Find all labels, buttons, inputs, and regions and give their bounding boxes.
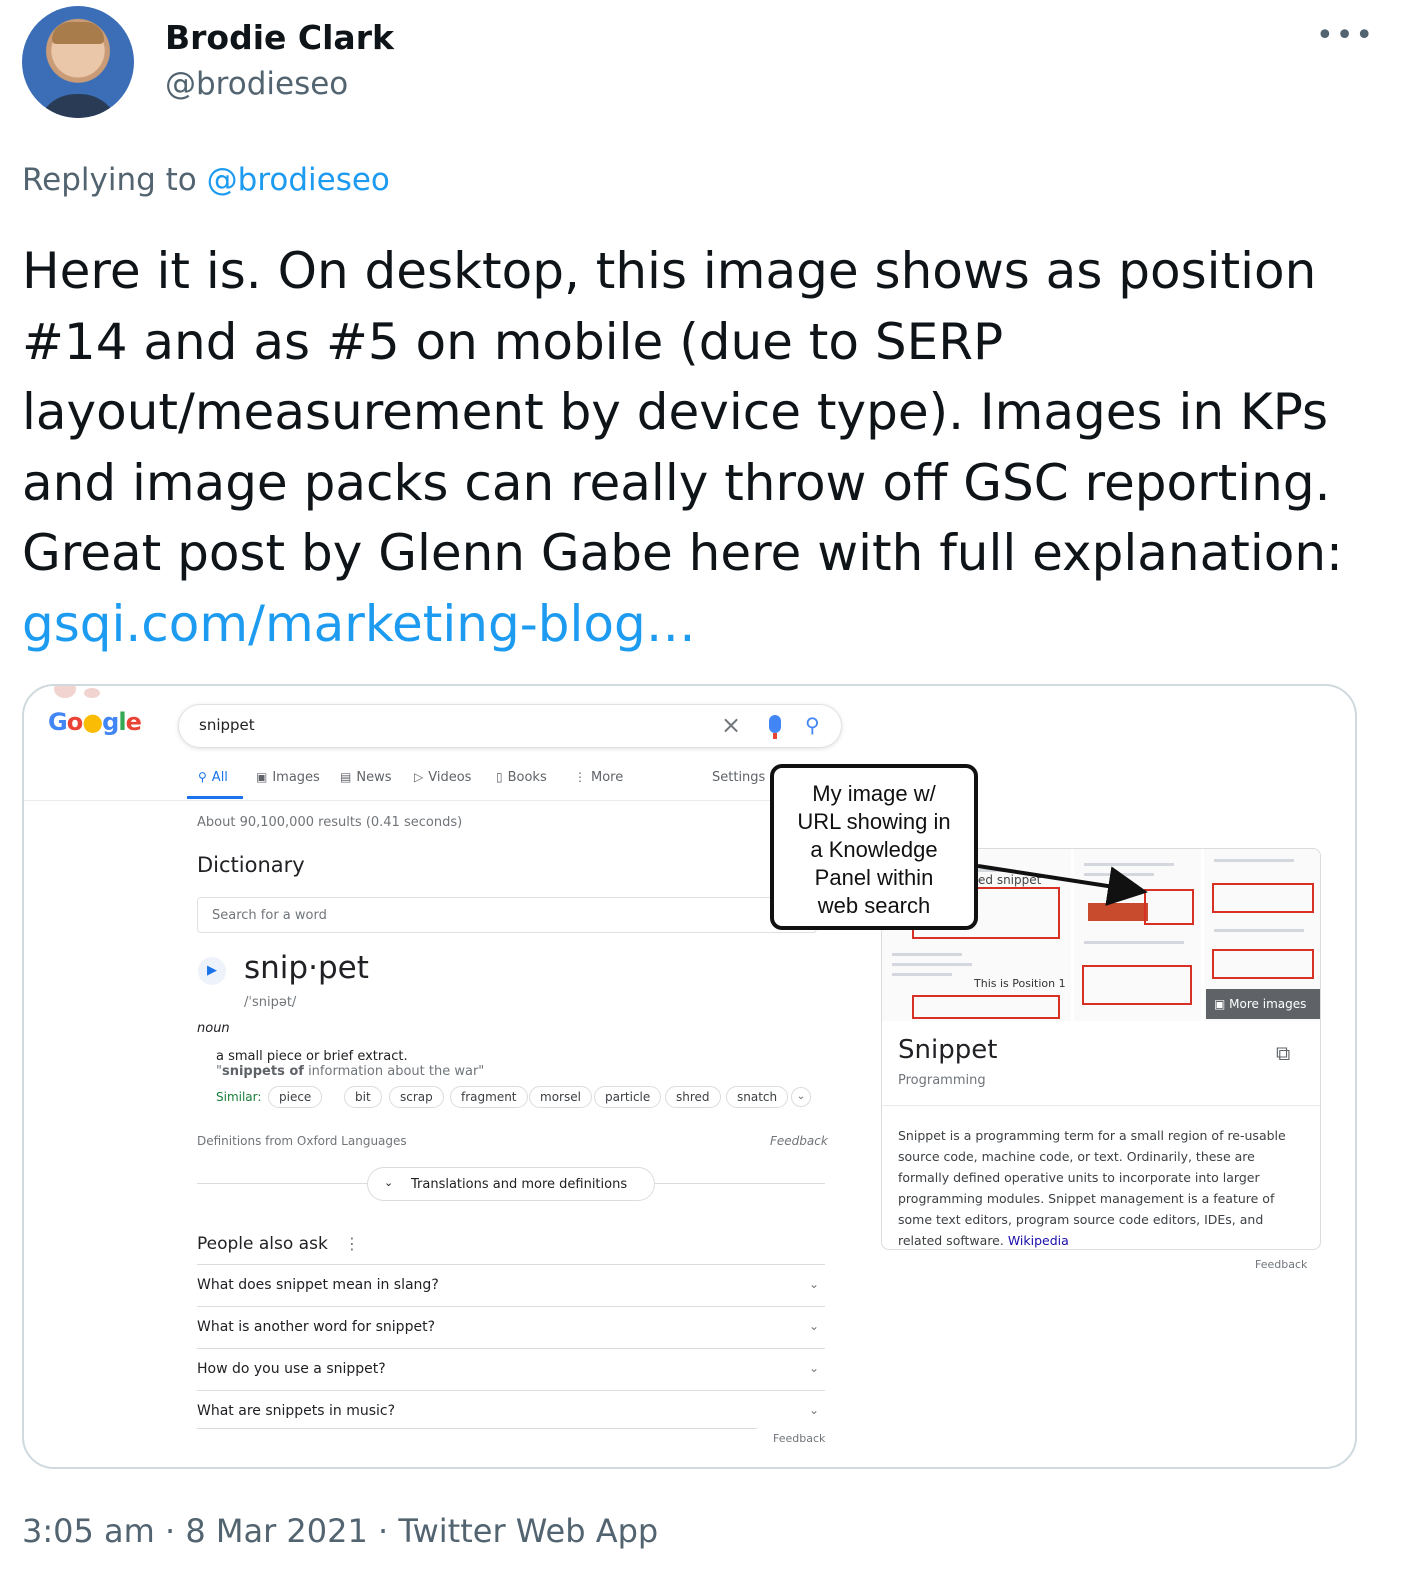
tweet-timestamp[interactable]: 3:05 am · 8 Mar 2021 · Twitter Web App bbox=[22, 1512, 658, 1550]
annotation-arrow bbox=[977, 864, 1148, 906]
tweet-text: Here it is. On desktop, this image shows… bbox=[22, 236, 1382, 659]
tweet-link[interactable]: gsqi.com/marketing-blog… bbox=[22, 595, 696, 653]
avatar-hair bbox=[52, 22, 104, 44]
author-name[interactable]: Brodie Clark bbox=[165, 18, 394, 57]
tweet-media-image[interactable]: Go●gle snippet × ⚲ ⚲ All ▣ Images ▤ News ▷ V… bbox=[22, 684, 1357, 1469]
author-handle[interactable]: @brodieseo bbox=[165, 66, 348, 102]
callout-line: a Knowledge bbox=[810, 837, 938, 862]
callout-line: My image w/ bbox=[812, 781, 936, 806]
more-horizontal-icon[interactable]: ••• bbox=[1316, 18, 1375, 53]
tweet-body: Here it is. On desktop, this image shows… bbox=[22, 242, 1343, 582]
annotation-callout: My image w/ URL showing in a Knowledge P… bbox=[770, 764, 978, 930]
avatar[interactable] bbox=[22, 6, 134, 118]
replying-to: Replying to @brodieseo bbox=[22, 162, 390, 198]
callout-line: web search bbox=[817, 893, 931, 918]
callout-line: Panel within bbox=[814, 865, 934, 890]
callout-line: URL showing in bbox=[797, 809, 951, 834]
replying-handle-link[interactable]: @brodieseo bbox=[207, 162, 390, 198]
avatar-shirt bbox=[36, 94, 120, 118]
replying-prefix: Replying to bbox=[22, 162, 197, 198]
